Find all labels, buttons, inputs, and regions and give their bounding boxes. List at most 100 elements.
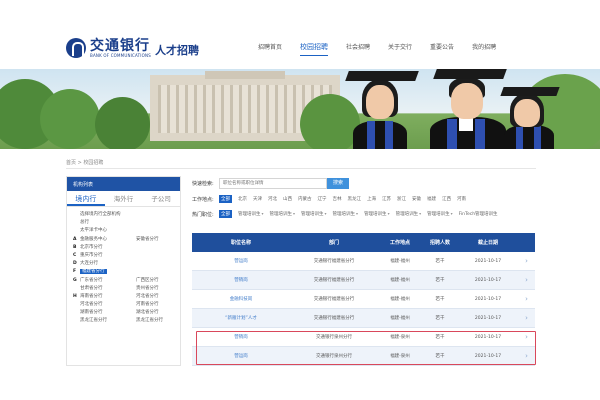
header-name: 职位名称 (230, 240, 251, 246)
brand-name-cn: 交通银行 (90, 37, 150, 54)
list-item: H 海南省分行 河北省分行 (73, 293, 159, 299)
job-location: 福建-福州 (390, 278, 410, 283)
job-title-link[interactable]: 营销岗 (192, 277, 290, 283)
job-location: 福建-福州 (390, 316, 410, 321)
location-chip[interactable]: 江苏 (382, 196, 391, 202)
nav-item-about[interactable]: 关于交行 (388, 42, 412, 56)
hot-chip[interactable]: 全部 (219, 210, 232, 218)
nav-item-campus[interactable]: 校园招聘 (300, 42, 329, 56)
job-count: 若干 (435, 259, 445, 264)
location-chip[interactable]: 江西 (442, 196, 451, 202)
search-button[interactable]: 搜索 (327, 177, 349, 189)
hot-chip[interactable]: 管理培训生▾ (396, 211, 422, 217)
selected-org[interactable]: 福建省分行 (80, 268, 136, 276)
nav-item-notice[interactable]: 重要公告 (430, 42, 454, 56)
list-item: G 广东省分行 广西区分行 (73, 277, 159, 283)
job-dept: 交通银行福建省分行 (313, 259, 355, 264)
org-sidebar: 机构列表 境内行 海外行 子公司 选择境内行全部机构 总行 太平洋卡中心 A 金融… (66, 176, 181, 366)
table-row[interactable]: 营运岗 交通银行福建省分行 福建-福州 若干 2021-10-17 › (192, 252, 535, 271)
search-row: 快速检索: 搜索 (192, 176, 538, 190)
highlight-box (196, 331, 536, 365)
job-dept: 交通银行福建省分行 (313, 316, 355, 321)
table-row[interactable]: “新雁计划”人才 交通银行福建省分行 福建-福州 若干 2021-10-17 › (192, 309, 535, 328)
nav-item-home[interactable]: 招聘首页 (258, 42, 282, 56)
job-dept: 交通银行福建省分行 (313, 297, 355, 302)
chevron-down-icon: ▾ (419, 211, 422, 216)
chevron-down-icon: ▾ (387, 211, 390, 216)
table-row[interactable]: 金融科技岗 交通银行福建省分行 福建-福州 若干 2021-10-17 › (192, 290, 535, 309)
breadcrumb[interactable]: 首页 > 校园招聘 (66, 159, 103, 166)
chevron-right-icon[interactable]: › (518, 314, 535, 322)
list-item: F 福建省分行 (73, 268, 174, 276)
job-location: 福建-福州 (390, 297, 410, 302)
divider (66, 168, 536, 169)
location-chip[interactable]: 河南 (457, 196, 466, 202)
hot-chip[interactable]: 管理培训生▾ (301, 211, 327, 217)
location-chip[interactable]: 辽宁 (318, 196, 327, 202)
nav-item-social[interactable]: 社会招聘 (346, 42, 370, 56)
header-dept: 部门 (328, 240, 339, 246)
hot-filter-label: 热门职位: (192, 211, 214, 218)
list-item: D 大连分行 (73, 261, 98, 267)
list-item: C 重庆市分行 (73, 252, 103, 258)
hero-banner (0, 69, 600, 149)
job-deadline: 2021-10-17 (474, 296, 502, 302)
job-deadline: 2021-10-17 (474, 277, 502, 283)
nav-item-mine[interactable]: 我的招聘 (472, 42, 496, 56)
filter-panel: 快速检索: 搜索 工作地点: 全部 北京 天津 河北 山西 内蒙古 辽宁 吉林 … (192, 176, 538, 220)
location-filter: 工作地点: 全部 北京 天津 河北 山西 内蒙古 辽宁 吉林 黑龙江 上海 江苏… (192, 193, 538, 205)
hot-chip[interactable]: 管理培训生▾ (333, 211, 359, 217)
location-chip[interactable]: 天津 (253, 196, 262, 202)
hot-chip[interactable]: 管理培训生▾ (238, 211, 264, 217)
main-nav: 招聘首页 校园招聘 社会招聘 关于交行 重要公告 我的招聘 (258, 42, 514, 56)
list-item: 甘肃省分行 贵州省分行 (80, 285, 159, 291)
hot-chip[interactable]: FinTech管理培训生 (459, 211, 498, 217)
job-title-link[interactable]: 金融科技岗 (192, 296, 290, 302)
org-list: 选择境内行全部机构 总行 太平洋卡中心 A 金融服务中心 安徽省分行 B 北京市分行 … (67, 207, 180, 330)
list-item: B 北京市分行 (73, 244, 103, 250)
list-item: 河北省分行 河南省分行 (80, 302, 159, 308)
tab-overseas[interactable]: 海外行 (105, 191, 143, 206)
tab-domestic[interactable]: 境内行 (67, 191, 105, 206)
hot-job-filter: 热门职位: 全部 管理培训生▾ 管理培训生▾ 管理培训生▾ 管理培训生▾ 管理培… (192, 208, 538, 220)
chevron-right-icon[interactable]: › (518, 295, 535, 303)
location-chip[interactable]: 内蒙古 (298, 196, 312, 202)
tab-subsidiary[interactable]: 子公司 (142, 191, 180, 206)
list-item: A 金融服务中心 安徽省分行 (73, 236, 159, 242)
sidebar-title: 机构列表 (67, 177, 180, 191)
job-title-link[interactable]: 营运岗 (192, 258, 290, 264)
location-chip[interactable]: 浙江 (397, 196, 406, 202)
job-deadline: 2021-10-17 (474, 258, 502, 264)
search-input[interactable] (219, 177, 327, 189)
list-item: 黑龙江省分行 黑龙江省分行 (80, 318, 163, 324)
location-chip[interactable]: 北京 (238, 196, 247, 202)
job-location: 福建-福州 (390, 259, 410, 264)
location-chip[interactable]: 吉林 (333, 196, 342, 202)
header-deadline: 截止日期 (477, 240, 498, 246)
header-location: 工作地点 (389, 240, 410, 246)
brand-subtitle: 人才招聘 (154, 44, 199, 57)
table-header: 职位名称 部门 工作地点 招聘人数 截止日期 (192, 233, 535, 252)
location-chip[interactable]: 安徽 (412, 196, 421, 202)
list-item: 总行 (80, 220, 89, 226)
hot-chip[interactable]: 管理培训生▾ (270, 211, 296, 217)
table-row[interactable]: 营销岗 交通银行福建省分行 福建-福州 若干 2021-10-17 › (192, 271, 535, 290)
header-count: 招聘人数 (429, 240, 450, 246)
location-chip[interactable]: 黑龙江 (348, 196, 362, 202)
search-label: 快速检索: (192, 180, 214, 187)
location-chip[interactable]: 福建 (427, 196, 436, 202)
site-header: 交通银行 BANK OF COMMUNICATIONS 人才招聘 招聘首页 校园… (0, 30, 600, 68)
brand-logo[interactable]: 交通银行 BANK OF COMMUNICATIONS 人才招聘 (66, 38, 199, 58)
sidebar-tabs: 境内行 海外行 子公司 (67, 191, 180, 207)
location-chip[interactable]: 上海 (367, 196, 376, 202)
hot-chip[interactable]: 管理培训生▾ (364, 211, 390, 217)
hot-chip[interactable]: 管理培训生▾ (427, 211, 453, 217)
tree-illustration (40, 89, 100, 149)
location-chip[interactable]: 山西 (283, 196, 292, 202)
job-title-link[interactable]: “新雁计划”人才 (192, 315, 290, 321)
chevron-right-icon[interactable]: › (518, 276, 535, 284)
job-deadline: 2021-10-17 (474, 315, 502, 321)
location-chip[interactable]: 河北 (268, 196, 277, 202)
location-chip[interactable]: 全部 (219, 195, 232, 203)
chevron-right-icon[interactable]: › (518, 257, 535, 265)
